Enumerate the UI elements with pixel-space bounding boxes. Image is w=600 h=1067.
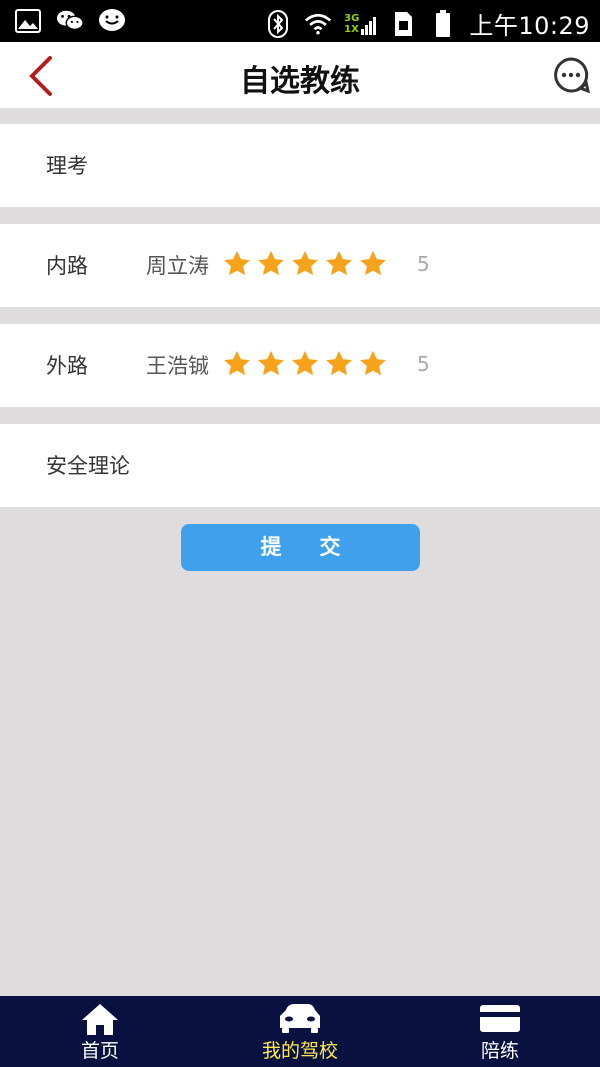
star-icon[interactable] (358, 349, 388, 379)
network-type: 3G 1X (344, 13, 377, 35)
row-outer-road[interactable]: 外路 王浩铖 5 (0, 324, 600, 407)
bottom-nav: 首页 我的驾校 陪练 (0, 996, 600, 1067)
row-label: 安全理论 (46, 454, 130, 478)
star-icon[interactable] (324, 349, 354, 379)
nav-label: 首页 (80, 1040, 119, 1062)
wifi-icon (304, 11, 332, 37)
home-icon (82, 1004, 118, 1035)
nav-item-sparring[interactable]: 陪练 (400, 996, 600, 1067)
nav-label: 我的驾校 (261, 1040, 338, 1062)
star-icon[interactable] (290, 349, 320, 379)
signal-icon (361, 16, 377, 35)
star-rating[interactable] (222, 249, 388, 279)
star-icon[interactable] (290, 249, 320, 279)
rating-score: 5 (417, 352, 430, 376)
rating-score: 5 (417, 252, 430, 276)
star-icon[interactable] (256, 349, 286, 379)
row-theory-exam[interactable]: 理考 (0, 124, 600, 207)
star-icon[interactable] (222, 349, 252, 379)
row-inner-road[interactable]: 内路 周立涛 5 (0, 224, 600, 307)
star-icon[interactable] (256, 249, 286, 279)
page-title: 自选教练 (240, 64, 360, 99)
message-icon (554, 57, 591, 94)
row-label: 内路 (46, 254, 88, 278)
car-icon (280, 1004, 320, 1033)
network-1x-label: 1X (344, 23, 359, 35)
card-icon (480, 1005, 520, 1032)
star-icon[interactable] (358, 249, 388, 279)
battery-icon (429, 9, 457, 37)
bluetooth-icon (264, 9, 292, 38)
network-3g-label: 3G (344, 12, 360, 24)
row-label: 理考 (46, 154, 88, 178)
wechat-icon (56, 8, 84, 34)
notification-icons (14, 8, 126, 34)
status-bar: 3G 1X 上午10:29 (0, 0, 600, 42)
nav-item-home[interactable]: 首页 (0, 996, 200, 1067)
chat-bubble-icon (98, 8, 126, 34)
submit-button[interactable]: 提交 (181, 524, 420, 571)
sim-icon (389, 11, 417, 37)
system-indicators: 3G 1X 上午10:29 (264, 6, 590, 41)
gallery-icon (14, 8, 42, 34)
message-button[interactable] (552, 56, 591, 94)
coach-name: 王浩铖 (146, 354, 209, 378)
app-header: 自选教练 (0, 42, 600, 108)
nav-label: 陪练 (480, 1040, 519, 1062)
clock: 上午10:29 (469, 12, 590, 40)
coach-name: 周立涛 (146, 254, 209, 278)
star-icon[interactable] (324, 249, 354, 279)
nav-item-my-school[interactable]: 我的驾校 (200, 996, 400, 1067)
row-label: 外路 (46, 354, 88, 378)
row-safety-theory[interactable]: 安全理论 (0, 424, 600, 507)
star-rating[interactable] (222, 349, 388, 379)
star-icon[interactable] (222, 249, 252, 279)
